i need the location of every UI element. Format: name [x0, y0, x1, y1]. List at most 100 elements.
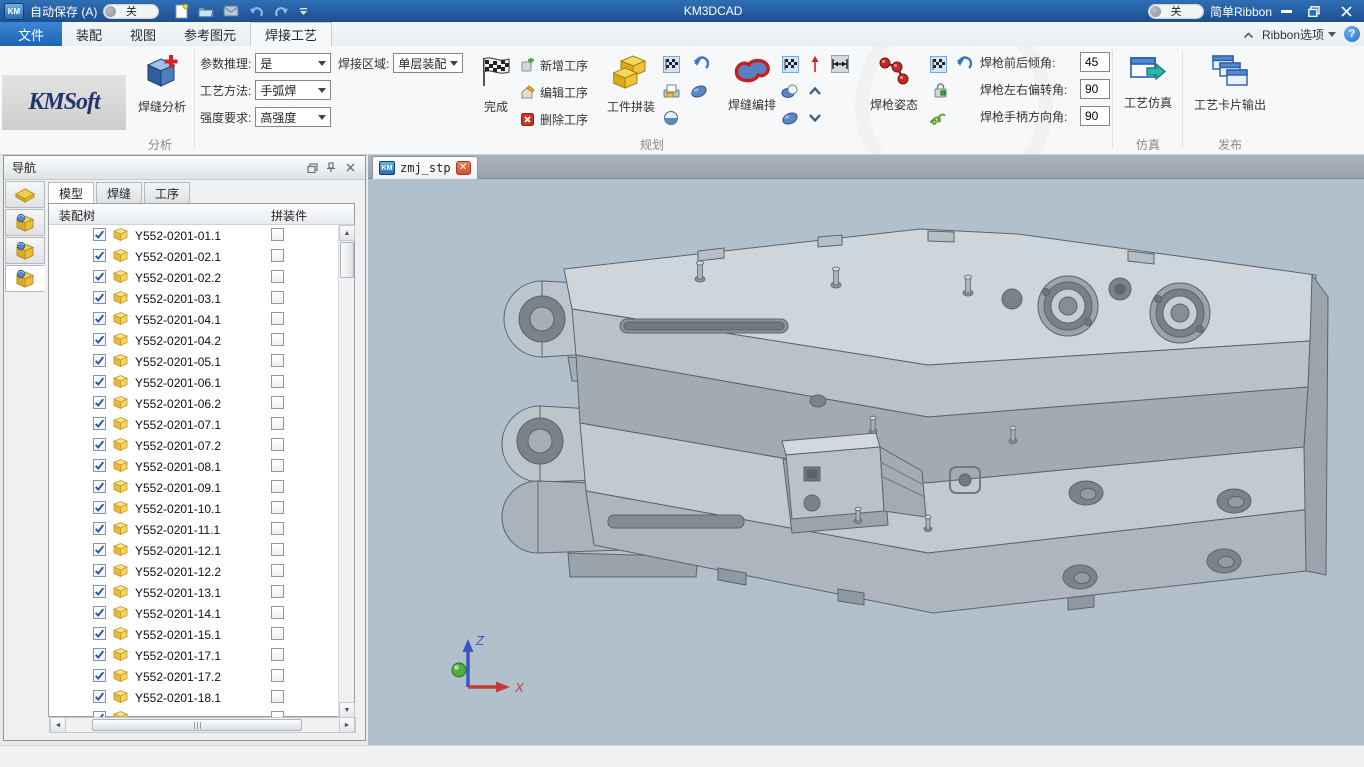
- scroll-left-icon[interactable]: ◄: [50, 717, 66, 733]
- process-method-select[interactable]: 手弧焊: [255, 80, 331, 100]
- delete-step-button[interactable]: 删除工序: [520, 110, 588, 128]
- seam-span-icon[interactable]: [831, 55, 849, 73]
- model-checkbox[interactable]: [93, 606, 106, 619]
- tree-row[interactable]: Y552-0201-15.1: [49, 624, 338, 645]
- model-checkbox[interactable]: [93, 249, 106, 262]
- close-document-icon[interactable]: ✕: [456, 161, 471, 175]
- tree-row[interactable]: Y552-0201-18.1: [49, 687, 338, 708]
- tab-view[interactable]: 视图: [116, 22, 170, 46]
- model-checkbox[interactable]: [93, 501, 106, 514]
- cad-canvas[interactable]: Z X: [368, 179, 1364, 745]
- tree-row[interactable]: Y552-0201-07.1: [49, 414, 338, 435]
- tree-row[interactable]: Y552-0201-14.1: [49, 603, 338, 624]
- model-checkbox[interactable]: [93, 648, 106, 661]
- assembly-checkbox[interactable]: [271, 480, 284, 493]
- model-checkbox[interactable]: [93, 228, 106, 241]
- help-button[interactable]: ?: [1344, 26, 1360, 42]
- assembly-checkbox[interactable]: [271, 585, 284, 598]
- tree-row[interactable]: Y552-0201-12.1: [49, 540, 338, 561]
- scroll-down-icon[interactable]: ▼: [339, 702, 355, 718]
- document-tab[interactable]: KM zmj_stp ✕: [372, 156, 478, 179]
- model-checkbox[interactable]: [93, 354, 106, 367]
- model-checkbox[interactable]: [93, 396, 106, 409]
- param-inference-select[interactable]: 是: [255, 53, 331, 73]
- assembly-checkbox[interactable]: [271, 228, 284, 241]
- weld-analysis-button[interactable]: 焊缝分析: [130, 50, 194, 115]
- collapse-ribbon-icon[interactable]: [1243, 27, 1254, 42]
- seam-finish-flag-icon[interactable]: [781, 55, 799, 73]
- process-card-output-button[interactable]: 工艺卡片输出: [1188, 50, 1272, 113]
- model-checkbox[interactable]: [93, 375, 106, 388]
- torch-lock-icon[interactable]: [931, 82, 949, 100]
- assembly-checkbox[interactable]: [271, 564, 284, 577]
- tree-row[interactable]: Y552-0201-06.1: [49, 372, 338, 393]
- tree-row[interactable]: Y552-0201-03.1: [49, 288, 338, 309]
- assembly-checkbox[interactable]: [271, 354, 284, 367]
- panel-float-icon[interactable]: [305, 162, 319, 174]
- restore-button[interactable]: [1300, 2, 1328, 20]
- app-logo-icon[interactable]: KM: [4, 3, 24, 20]
- vertical-scroll-thumb[interactable]: [340, 242, 354, 278]
- tree-row[interactable]: Y552-0201-10.1: [49, 498, 338, 519]
- horizontal-scroll-thumb[interactable]: [92, 719, 302, 731]
- assembly-checkbox[interactable]: [271, 270, 284, 283]
- panel-pin-icon[interactable]: [324, 162, 338, 174]
- model-checkbox[interactable]: [93, 690, 106, 703]
- tab-welding-process[interactable]: 焊接工艺: [250, 22, 332, 46]
- tree-row[interactable]: Y552-0201-12.2: [49, 561, 338, 582]
- assembly-checkbox[interactable]: [271, 648, 284, 661]
- assembly-export-icon[interactable]: [662, 82, 680, 100]
- tree-row[interactable]: Y552-0201-01.1: [49, 225, 338, 246]
- assembly-checkbox[interactable]: [271, 375, 284, 388]
- scroll-up-icon[interactable]: ▲: [339, 225, 355, 241]
- torch-pose-button[interactable]: 焊枪姿态: [864, 50, 924, 113]
- assembly-checkbox[interactable]: [271, 606, 284, 619]
- torch-reset-icon[interactable]: [955, 55, 973, 73]
- close-button[interactable]: [1328, 2, 1364, 20]
- minimize-button[interactable]: [1272, 2, 1300, 20]
- model-checkbox[interactable]: [93, 522, 106, 535]
- model-checkbox[interactable]: [93, 564, 106, 577]
- model-checkbox[interactable]: [93, 270, 106, 283]
- nav-view-assembly1-button[interactable]: [5, 209, 45, 236]
- save-icon[interactable]: [223, 4, 239, 19]
- tree-row[interactable]: Y552-0201-02.2: [49, 267, 338, 288]
- tree-horizontal-scrollbar[interactable]: ◄ ►: [49, 717, 356, 733]
- model-checkbox[interactable]: [93, 417, 106, 430]
- seam-sphere-icon[interactable]: [781, 82, 799, 100]
- tab-model[interactable]: 模型: [48, 182, 94, 203]
- model-checkbox[interactable]: [93, 543, 106, 556]
- capsule-part-icon[interactable]: [690, 82, 708, 100]
- weld-region-select[interactable]: 单层装配: [393, 53, 463, 73]
- assembly-checkbox[interactable]: [271, 417, 284, 430]
- torch-spring-icon[interactable]: [929, 109, 947, 127]
- seam-capsule-icon[interactable]: [781, 109, 799, 127]
- finish-button[interactable]: 完成: [470, 50, 522, 115]
- scroll-right-icon[interactable]: ►: [339, 717, 355, 733]
- tab-process[interactable]: 工序: [144, 182, 190, 203]
- model-checkbox[interactable]: [93, 585, 106, 598]
- undo-icon[interactable]: [248, 4, 264, 19]
- tab-assembly[interactable]: 装配: [62, 22, 116, 46]
- redo-icon[interactable]: [273, 4, 289, 19]
- nav-view-assembly3-button[interactable]: [5, 265, 45, 292]
- model-checkbox[interactable]: [93, 459, 106, 472]
- assembly-checkbox[interactable]: [271, 501, 284, 514]
- tree-row[interactable]: Y552-0201-17.1: [49, 645, 338, 666]
- assembly-reset-icon[interactable]: [692, 55, 710, 73]
- tab-reference[interactable]: 参考图元: [170, 22, 250, 46]
- assembly-checkbox[interactable]: [271, 690, 284, 703]
- model-checkbox[interactable]: [93, 438, 106, 451]
- model-checkbox[interactable]: [93, 669, 106, 682]
- tree-row[interactable]: Y552-0201-17.2: [49, 666, 338, 687]
- add-step-button[interactable]: 新增工序: [520, 56, 588, 74]
- assembly-checkbox[interactable]: [271, 291, 284, 304]
- assembly-finish-flag-icon[interactable]: [662, 55, 680, 73]
- seam-move-up-icon[interactable]: [806, 82, 824, 100]
- part-assembly-button[interactable]: 工件拼装: [600, 50, 662, 115]
- assembly-checkbox[interactable]: [271, 438, 284, 451]
- assembly-checkbox[interactable]: [271, 627, 284, 640]
- sphere-part-icon[interactable]: [662, 109, 680, 127]
- tree-row[interactable]: Y552-0201-02.1: [49, 246, 338, 267]
- tree-row[interactable]: Y552-0201-04.1: [49, 309, 338, 330]
